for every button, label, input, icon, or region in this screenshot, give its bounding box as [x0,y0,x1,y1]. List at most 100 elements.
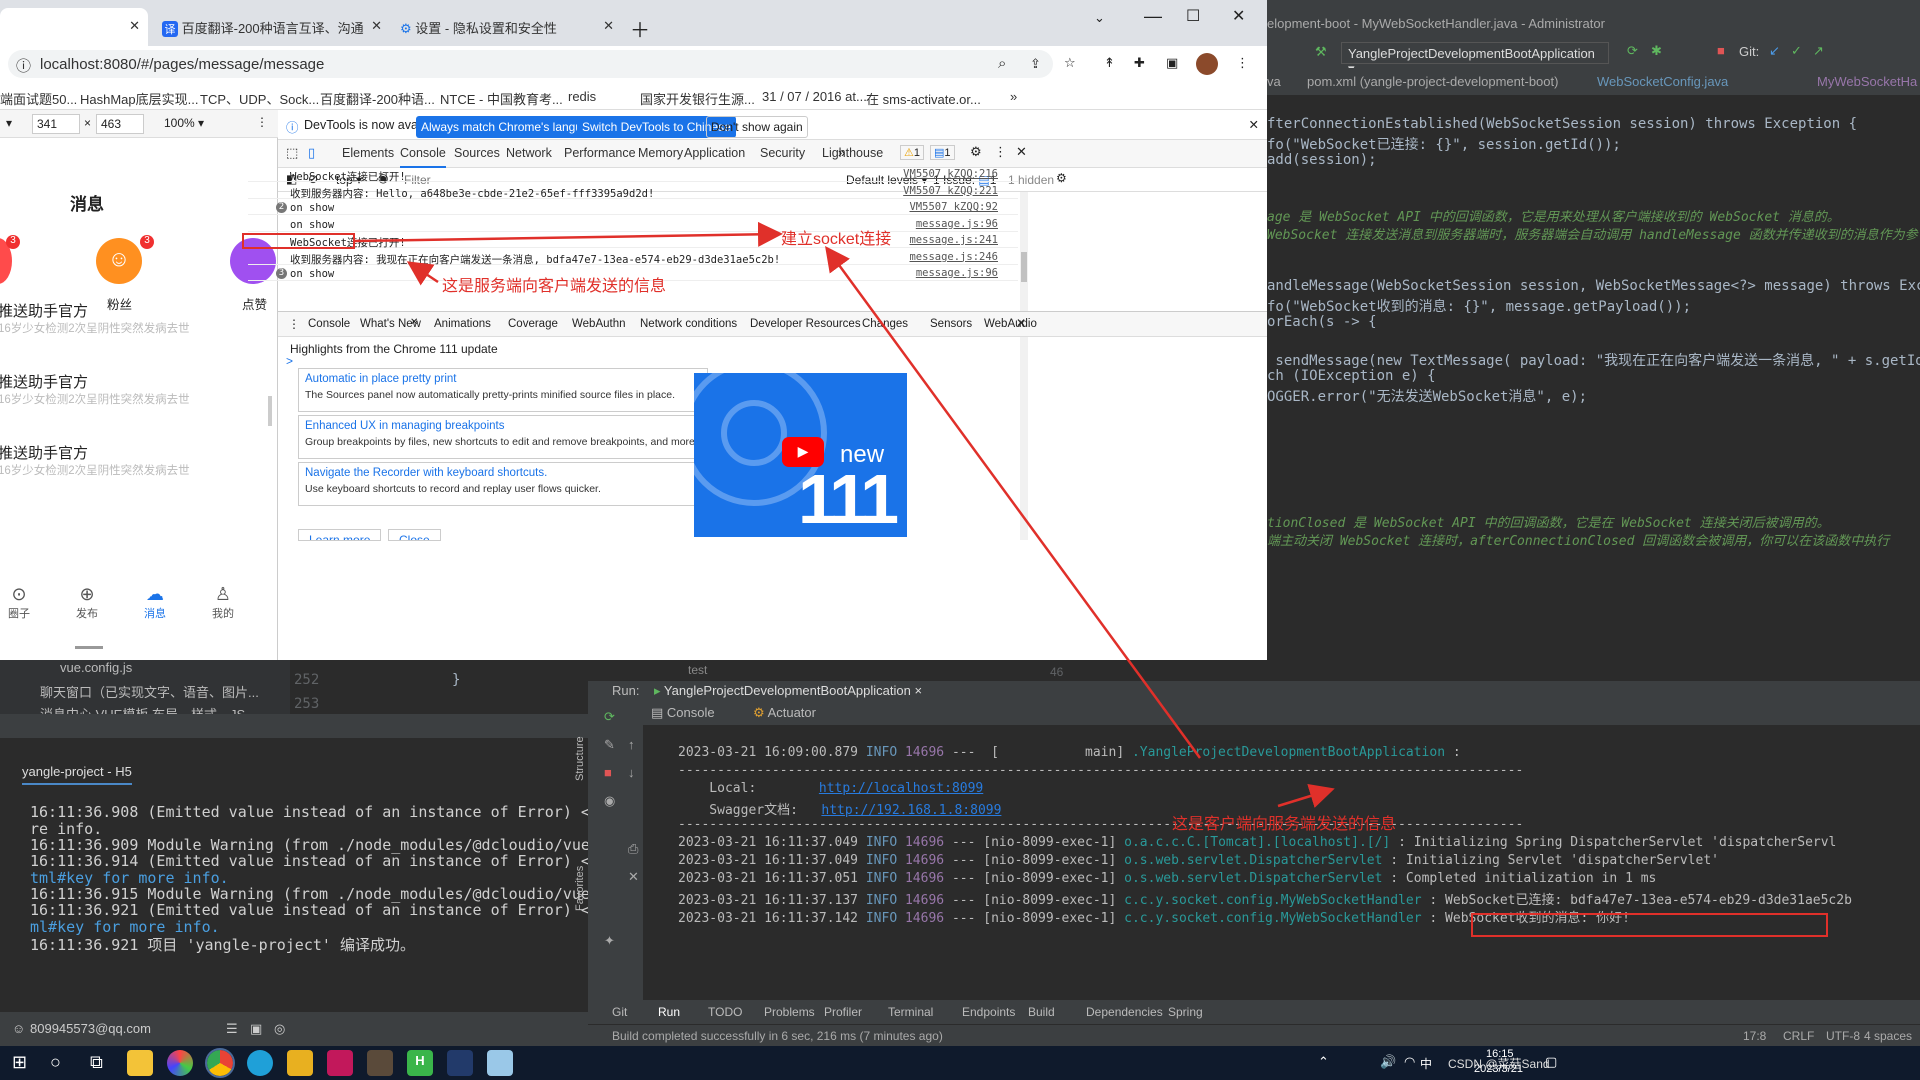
drawer-tab[interactable]: Sensors [930,318,972,330]
source-link[interactable]: message.js:246 [909,251,998,263]
message-badge[interactable]: ▤1 [930,145,955,160]
minimize-button[interactable]: — [1144,6,1162,27]
editor-tab-handler[interactable]: MyWebSocketHa [1817,74,1917,89]
warning-badge[interactable]: ⚠1 [900,145,924,160]
sidepanel-icon[interactable]: ▣ [1166,55,1178,71]
tab-search-icon[interactable]: ⌄ [1094,10,1105,26]
close-icon[interactable]: ✕ [603,18,614,34]
scroll-thumb[interactable] [1021,252,1027,282]
address-bar[interactable]: ⓘ localhost:8080/#/pages/message/message… [8,50,1053,78]
source-link[interactable]: VM5507 kZQQ:221 [903,185,998,197]
devtools-tab-memory[interactable]: Memory [638,146,683,160]
source-link[interactable]: message.js:96 [916,267,998,279]
bookmark-item[interactable]: 端面试题50... [0,89,77,108]
run-icon[interactable]: ⟳ [1627,43,1638,59]
camera-icon[interactable]: ◉ [604,793,615,809]
network-icon[interactable]: ◠ [1404,1054,1415,1070]
bookmark-item[interactable]: HashMap底层实现... [80,89,198,108]
chrome-icon[interactable] [205,1048,235,1078]
close-icon[interactable]: ✕ [371,18,382,34]
tree-item-chat[interactable]: 聊天窗口（已实现文字、语音、图片... [40,682,259,701]
windows-start-icon[interactable]: ⊞ [12,1052,27,1073]
encoding[interactable]: UTF-8 [1826,1029,1860,1043]
close-window-button[interactable]: ✕ [1232,6,1245,26]
git-commit-icon[interactable]: ✓ [1791,43,1802,59]
console-settings-icon[interactable]: ⚙ [1056,171,1067,185]
bookmark-item[interactable]: 国家开发银行生源... [640,89,755,108]
file-explorer-icon[interactable] [127,1050,153,1076]
nav-circle[interactable]: ⊙ 圈子 [8,584,30,621]
side-label-favorites[interactable]: Favorites [574,866,586,911]
window-icon[interactable]: ▣ [250,1021,262,1037]
source-link[interactable]: message.js:241 [909,234,998,246]
device-width-input[interactable]: 341 [32,114,80,134]
menu-icon[interactable]: ⋮ [1236,55,1249,71]
close-icon[interactable]: ✕ [1249,117,1259,132]
toolwindow-tab-todo[interactable]: TODO [708,1005,742,1019]
drawer-tab[interactable]: Animations [434,318,491,330]
console-prompt[interactable]: > [286,354,293,368]
close-icon[interactable]: ✕ [129,18,140,34]
list-item-title[interactable]: 推送助手官方 [0,442,268,463]
bookmark-star-icon[interactable]: ☆ [1064,55,1076,71]
toolwindow-tab-profiler[interactable]: Profiler [824,1005,862,1019]
card-title[interactable]: Automatic in place pretty print [305,373,701,385]
dont-show-button[interactable]: Don't show again [706,116,808,138]
color-app-icon[interactable] [167,1050,193,1076]
device-dropdown-icon[interactable]: ▾ [6,116,12,130]
card-title[interactable]: Enhanced UX in managing breakpoints [305,420,701,432]
bookmark-item[interactable]: TCP、UDP、Sock... [200,89,319,108]
run-config-select[interactable]: YangleProjectDevelopmentBootApplication … [1341,42,1609,76]
log-link[interactable]: http://localhost:8099 [819,781,983,796]
task-view-icon[interactable]: ⧉ [90,1052,103,1073]
chrome-111-video[interactable]: ▶ new 111 [694,373,907,537]
device-height-input[interactable]: 463 [96,114,144,134]
drawer-tab[interactable]: Network conditions [640,318,737,330]
game-icon[interactable] [367,1050,393,1076]
rerun-icon[interactable]: ⟳ [604,709,615,725]
intellij-icon[interactable] [327,1050,353,1076]
devtools-tab-network[interactable]: Network [506,146,552,160]
source-link[interactable]: message.js:96 [916,218,998,230]
more-tabs-icon[interactable]: » [838,145,845,160]
notes-icon[interactable] [487,1050,513,1076]
kebab-icon[interactable]: ⋮ [994,144,1007,160]
actuator-subtab[interactable]: ⚙ Actuator [753,705,816,721]
app-icon[interactable] [287,1050,313,1076]
device-more-icon[interactable]: ⋮ [256,115,268,129]
stop-icon[interactable]: ■ [604,765,612,780]
vscode-icon[interactable] [447,1050,473,1076]
zoom-icon[interactable]: ⌕ [998,55,1006,72]
device-toggle-icon[interactable]: ▯ [308,145,315,161]
toolwindow-tab-build[interactable]: Build [1028,1005,1055,1019]
wrench-icon[interactable]: ✎ [604,737,615,753]
inspect-icon[interactable]: ⬚ [286,145,298,161]
ide-code-editor[interactable]: fterConnectionEstablished(WebSocketSessi… [1267,96,1920,656]
tray-up-icon[interactable]: ⌃ [1318,1054,1329,1070]
toolwindow-tab-problems[interactable]: Problems [764,1005,815,1019]
drawer-tab[interactable]: WebAudio [984,318,1037,330]
nav-message[interactable]: ☁ 消息 [144,584,166,621]
devtools-tab-application[interactable]: Application [684,146,745,160]
drawer-tab[interactable]: WebAuthn [572,318,626,330]
profile-avatar[interactable] [1196,53,1218,75]
fans-icon[interactable]: ☺ [96,238,142,284]
volume-icon[interactable]: 🔊 [1380,1054,1396,1070]
edge-icon[interactable] [247,1050,273,1076]
bookmark-item[interactable]: 百度翻译-200种语... [320,89,435,108]
bookmark-item[interactable]: NTCE - 中国教育考... [440,89,563,108]
list-icon[interactable]: ☰ [226,1021,238,1037]
up-arrow-icon[interactable]: ↑ [628,737,635,752]
pin-extension-icon[interactable]: ↟ [1104,55,1115,71]
side-label-structure[interactable]: Structure [574,736,586,781]
bookmark-item[interactable]: redis [568,89,596,104]
clock-date[interactable]: 2023/3/21 [1474,1063,1523,1075]
debug-icon[interactable]: ✱ [1651,43,1662,59]
close-button[interactable]: Close [388,529,441,541]
git-push-icon[interactable]: ↗ [1813,43,1824,59]
devtools-tab-sources[interactable]: Sources [454,146,500,160]
cursor-position[interactable]: 17:8 [1743,1029,1766,1043]
whats-new-card[interactable]: Navigate the Recorder with keyboard shor… [298,462,708,506]
line-separator[interactable]: CRLF [1783,1029,1814,1043]
editor-tab-pom[interactable]: pom.xml (yangle-project-development-boot… [1307,74,1558,89]
